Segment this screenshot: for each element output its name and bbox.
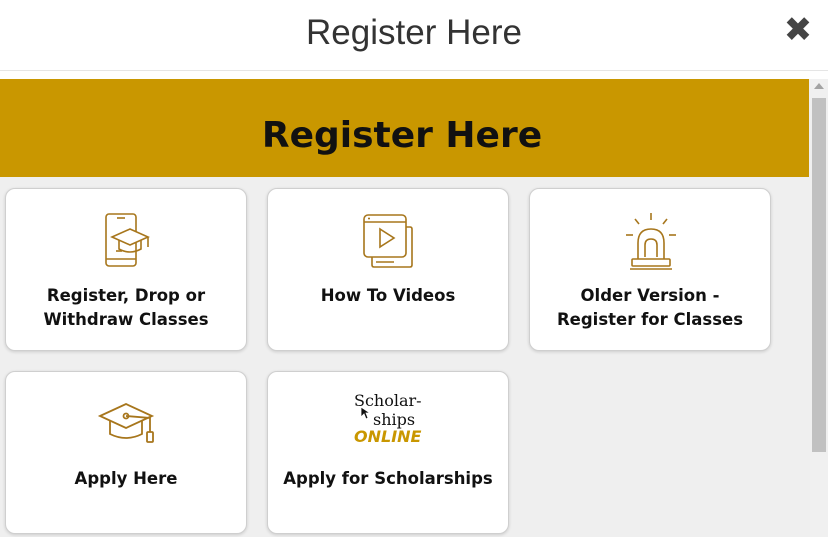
- scrollbar[interactable]: [810, 79, 828, 537]
- scroll-up-arrow-icon[interactable]: [814, 83, 824, 89]
- alarm-siren-icon: [616, 211, 686, 273]
- banner: Register Here: [0, 79, 809, 177]
- how-to-videos-card[interactable]: How To Videos: [267, 188, 509, 351]
- older-version-register-card[interactable]: Older Version - Register for Classes: [529, 188, 771, 351]
- scroll-thumb[interactable]: [812, 98, 826, 452]
- modal-title: Register Here: [306, 13, 522, 52]
- video-play-icon: [354, 211, 424, 273]
- close-button[interactable]: ✖: [782, 12, 814, 48]
- card-label: Register, Drop or Withdraw Classes: [43, 286, 209, 329]
- graduation-cap-icon: [92, 394, 162, 456]
- modal-header: Register Here ✖: [0, 0, 828, 71]
- cursor-icon: [360, 406, 372, 420]
- card-label: Older Version - Register for Classes: [556, 286, 744, 329]
- logo-line-online: ONLINE: [354, 427, 422, 446]
- register-drop-withdraw-card[interactable]: Register, Drop or Withdraw Classes: [5, 188, 247, 351]
- content-frame: Register Here Register, Drop or Withdraw…: [0, 79, 828, 537]
- phone-graduation-cap-icon: [92, 211, 162, 273]
- card-label: How To Videos: [320, 286, 456, 305]
- banner-title: Register Here: [261, 115, 543, 156]
- apply-for-scholarships-card[interactable]: Scholar- ships ONLINE Apply for Scholars…: [267, 371, 509, 534]
- scholarships-online-logo: Scholar- ships ONLINE: [338, 390, 448, 450]
- apply-here-card[interactable]: Apply Here: [5, 371, 247, 534]
- card-label: Apply Here: [74, 469, 178, 488]
- card-label: Apply for Scholarships: [283, 469, 493, 488]
